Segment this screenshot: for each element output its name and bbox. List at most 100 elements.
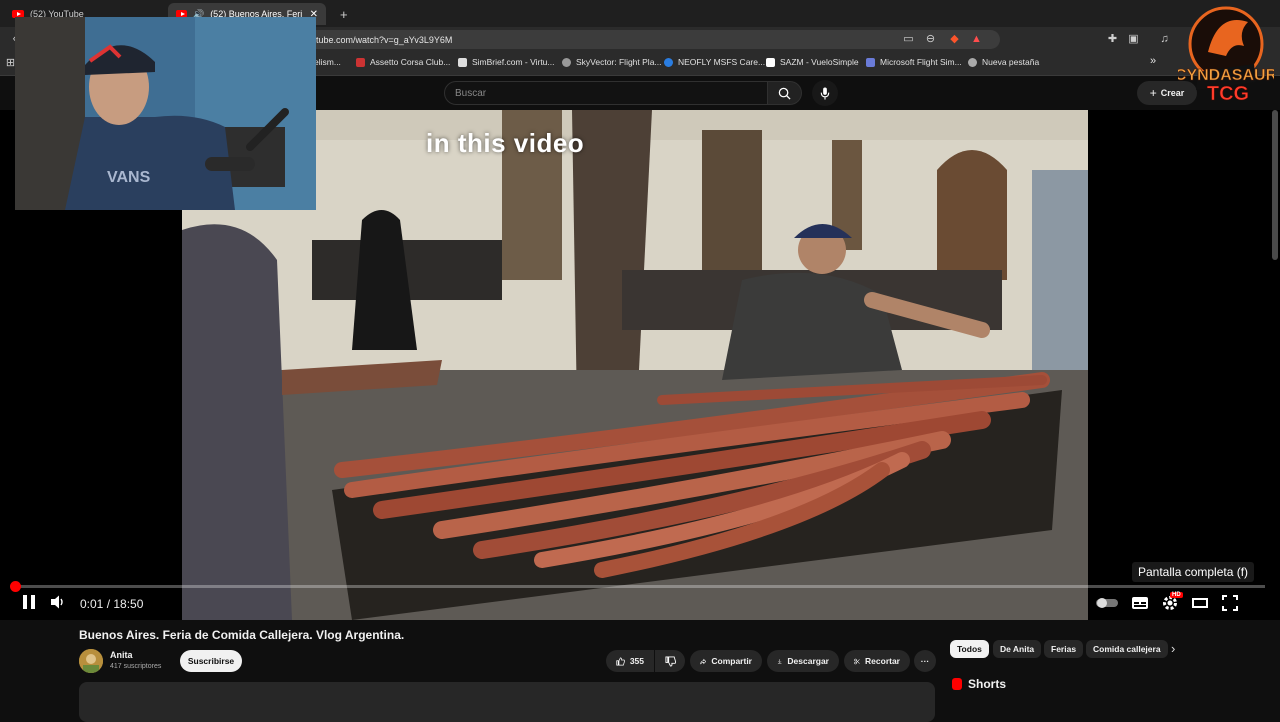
sidebar-icon[interactable]: ▣ <box>1127 33 1140 46</box>
settings-button[interactable]: HD <box>1161 591 1183 617</box>
assetto-corsa-icon <box>356 57 365 67</box>
video-title: Buenos Aires. Feria de Comida Callejera.… <box>79 628 405 642</box>
hd-badge: HD <box>1170 591 1183 598</box>
bookmark-item[interactable]: elism... <box>314 57 341 67</box>
streamer-logo: CYNDASAUR TCG <box>1175 2 1278 106</box>
search-button[interactable] <box>768 81 802 105</box>
microphone-icon <box>820 86 830 100</box>
clip-label: Recortar <box>865 656 900 666</box>
like-count: 355 <box>629 656 644 666</box>
svg-text:VANS: VANS <box>107 169 151 186</box>
progress-scrubber[interactable] <box>10 581 21 592</box>
pause-button[interactable] <box>22 594 36 615</box>
progress-bar[interactable] <box>15 585 1265 588</box>
brave-rewards-icon[interactable]: ▲ <box>970 33 983 46</box>
url-bar[interactable]: tube.com/watch?v=g_aYv3L9Y6M <box>300 30 1000 49</box>
plus-icon: + <box>1149 86 1157 100</box>
bookmark-label: Assetto Corsa Club... <box>370 57 451 67</box>
pause-icon <box>23 594 35 609</box>
subscriber-count: 417 suscriptores <box>110 663 162 670</box>
bookmark-item[interactable]: Nueva pestaña <box>968 57 1039 67</box>
chip-label: Comida callejera <box>1093 644 1161 654</box>
clip-button[interactable]: Recortar <box>844 650 910 672</box>
chip-de-anita[interactable]: De Anita <box>993 640 1042 658</box>
download-label: Descargar <box>787 656 829 666</box>
bookmark-label: SkyVector: Flight Pla... <box>576 57 662 67</box>
overflow-label: » <box>1150 55 1157 67</box>
subtitles-icon <box>1132 596 1148 609</box>
video-caption-text: in this video <box>426 128 585 158</box>
search-input[interactable]: Buscar <box>444 81 768 105</box>
chip-comida-callejera[interactable]: Comida callejera <box>1086 640 1168 658</box>
subscribe-label: Suscribirse <box>187 656 235 666</box>
extensions-icon[interactable]: ✚ <box>1106 33 1119 46</box>
player-controls-right: HD <box>1095 591 1239 617</box>
shorts-icon <box>952 678 962 690</box>
fullscreen-button[interactable] <box>1221 594 1239 617</box>
chip-label: Ferias <box>1051 644 1077 654</box>
bookmark-item[interactable]: Assetto Corsa Club... <box>356 57 450 67</box>
chip-label: De Anita <box>1000 644 1035 654</box>
msfs-icon <box>866 57 875 67</box>
dislike-button[interactable] <box>655 650 685 672</box>
subtitles-button[interactable] <box>1131 596 1149 615</box>
bookmark-item[interactable]: SkyVector: Flight Pla... <box>562 57 662 67</box>
video-details: Buenos Aires. Feria de Comida Callejera.… <box>0 620 1280 722</box>
thumbs-up-icon <box>616 656 625 666</box>
bookmark-item[interactable]: SAZM - VueloSimple <box>766 57 859 67</box>
vuelosimple-icon <box>766 57 775 67</box>
bookmark-item[interactable]: Microsoft Flight Sim... <box>866 57 962 67</box>
description-box[interactable] <box>79 682 935 722</box>
svg-text:TCG: TCG <box>1207 83 1249 105</box>
globe-icon <box>968 57 977 67</box>
video-frame[interactable] <box>182 110 1088 620</box>
bookmark-label: Microsoft Flight Sim... <box>880 57 962 67</box>
theater-mode-button[interactable] <box>1191 596 1209 615</box>
svg-text:CYNDASAUR: CYNDASAUR <box>1178 67 1274 84</box>
share-icon <box>700 658 707 664</box>
fullscreen-tooltip: Pantalla completa (f) <box>1132 562 1255 582</box>
zoom-icon[interactable]: ⊖ <box>924 33 937 46</box>
channel-name[interactable]: Anita <box>110 650 133 660</box>
channel-avatar[interactable] <box>79 649 103 673</box>
bookmark-item[interactable]: NEOFLY MSFS Care... <box>664 57 765 67</box>
download-icon <box>777 658 782 664</box>
webcam-overlay: VANS <box>15 17 316 210</box>
new-tab-button[interactable]: + <box>332 3 356 25</box>
scissors-icon <box>854 658 860 664</box>
download-button[interactable]: Descargar <box>767 650 839 672</box>
chip-ferias[interactable]: Ferias <box>1044 640 1084 658</box>
search-placeholder: Buscar <box>455 87 487 99</box>
chip-todos[interactable]: Todos <box>950 640 989 658</box>
bookmark-label: SimBrief.com - Virtu... <box>472 57 555 67</box>
video-scene-image <box>182 110 1088 620</box>
cast-icon[interactable]: ▭ <box>902 33 915 46</box>
shorts-label: Shorts <box>968 677 1007 691</box>
bookmark-item[interactable]: SimBrief.com - Virtu... <box>458 57 555 67</box>
theater-icon <box>1192 597 1208 608</box>
more-actions-button[interactable]: ··· <box>914 650 936 672</box>
subscribe-button[interactable]: Suscribirse <box>180 650 242 672</box>
volume-button[interactable] <box>50 594 66 615</box>
like-button[interactable]: 355 <box>606 650 654 672</box>
bookmark-label: SAZM - VueloSimple <box>780 57 859 67</box>
thumbs-down-icon <box>664 655 676 667</box>
bookmark-label: elism... <box>314 57 341 67</box>
streamer-webcam-image: VANS <box>15 17 316 210</box>
chevron-right-icon[interactable]: › <box>1171 641 1175 656</box>
player-controls-left: 0:01 / 18:50 <box>22 593 143 615</box>
share-label: Compartir <box>711 656 752 666</box>
brave-shield-icon[interactable]: ◆ <box>948 33 961 46</box>
url-text: tube.com/watch?v=g_aYv3L9Y6M <box>316 34 453 45</box>
volume-icon <box>51 595 63 608</box>
avatar-image <box>79 649 103 673</box>
share-button[interactable]: Compartir <box>690 650 762 672</box>
voice-search-button[interactable] <box>812 80 838 106</box>
plus-icon: + <box>340 6 348 22</box>
bookmarks-overflow-button[interactable]: » <box>1150 55 1156 67</box>
page-scrollbar[interactable] <box>1272 110 1278 260</box>
autoplay-toggle[interactable] <box>1095 596 1119 614</box>
music-icon[interactable]: ♫ <box>1158 33 1171 46</box>
chip-label: Todos <box>957 644 982 654</box>
bookmark-label: Nueva pestaña <box>982 57 1040 67</box>
